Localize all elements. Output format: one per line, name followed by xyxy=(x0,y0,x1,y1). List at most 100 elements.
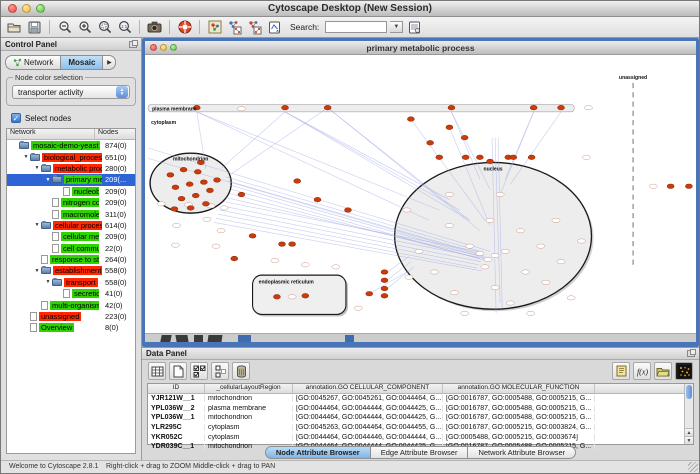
tree-row-nucleobase-[interactable]: nucleobase-209(0) xyxy=(7,186,135,197)
unselect-attributes-icon[interactable] xyxy=(211,362,229,380)
cell[interactable]: YPL036W__1 xyxy=(148,414,205,421)
attribute-table-header[interactable]: ID_cellularLayoutRegionannotation.GO CEL… xyxy=(148,384,684,394)
tree-row-cell-communicat[interactable]: cell communicat22(0) xyxy=(7,243,135,254)
tree-expander-icon[interactable]: ▼ xyxy=(44,279,52,285)
cell[interactable]: [GO:0016787, GO:0005215, GO:0003824, G..… xyxy=(443,424,595,431)
cell[interactable]: mitochondrion xyxy=(205,395,293,402)
tab-edge-attribute-browser[interactable]: Edge Attribute Browser xyxy=(371,446,469,459)
column-header-_cellularLayoutRegion[interactable]: _cellularLayoutRegion xyxy=(205,384,293,393)
tree-expander-icon[interactable]: ▼ xyxy=(33,222,41,228)
cell[interactable]: [GO:0005488, GO:0005215, GO:0003674] xyxy=(443,434,595,441)
index-icon[interactable] xyxy=(406,19,423,36)
network-canvas[interactable]: plasma membranecytoplasmmitochondrionnuc… xyxy=(145,55,696,333)
cell[interactable]: [GO:0045267, GO:0045261, GO:0044464, G..… xyxy=(293,395,443,402)
cell[interactable]: [GO:0044464, GO:0044446, GO:0044444, G..… xyxy=(293,434,443,441)
column-header-annotation.GO CELLULAR_COMPONENT[interactable]: annotation.GO CELLULAR_COMPONENT xyxy=(293,384,443,393)
matrix-icon[interactable] xyxy=(675,362,693,380)
cell[interactable]: [GO:0045263, GO:0044464, GO:0044455, G..… xyxy=(293,424,443,431)
tab-network[interactable]: Network xyxy=(5,55,60,70)
annotation-network-icon-1[interactable] xyxy=(226,19,243,36)
cell[interactable]: mitochondrion xyxy=(205,414,293,421)
tree-expander-icon[interactable]: ▼ xyxy=(22,154,30,160)
tree-row-multi-organism-pro[interactable]: multi-organism pro42(0) xyxy=(7,299,135,310)
scroll-up-button[interactable]: ▲ xyxy=(685,428,693,436)
tree-row-metabolic-process[interactable]: ▼metabolic process280(0) xyxy=(7,163,135,174)
tree-row-overview[interactable]: Overview8(0) xyxy=(7,322,135,333)
tree-row-secretion[interactable]: secretion41(0) xyxy=(7,288,135,299)
tree-row-cellular-metabo[interactable]: cellular metabo209(0) xyxy=(7,231,135,242)
cell[interactable]: cytoplasm xyxy=(205,434,293,441)
node-color-attribute-select[interactable]: transporter activity ▲▼ xyxy=(12,85,130,99)
tab-node-attribute-browser[interactable]: Node Attribute Browser xyxy=(265,446,371,459)
table-row-YJR121W__1[interactable]: YJR121W__1mitochondrion[GO:0045267, GO:0… xyxy=(148,394,684,404)
network-view-titlebar[interactable]: primary metabolic process xyxy=(145,41,696,55)
tab-network-attribute-browser[interactable]: Network Attribute Browser xyxy=(468,446,576,459)
cell[interactable]: plasma membrane xyxy=(205,405,293,412)
float-panel-icon[interactable] xyxy=(129,41,137,48)
table-row-YLR295C[interactable]: YLR295Ccytoplasm[GO:0045263, GO:0044464,… xyxy=(148,423,684,433)
cell[interactable]: [GO:0044464, GO:0044444, GO:0044425, G..… xyxy=(293,405,443,412)
zoom-fit-icon[interactable]: 1:1 xyxy=(116,19,133,36)
tree-expander-icon[interactable]: ▼ xyxy=(44,177,52,183)
tree-row-unassigned[interactable]: unassigned223(0) xyxy=(7,311,135,322)
tree-row-response-to-stimulu[interactable]: response to stimulu264(0) xyxy=(7,254,135,265)
delete-attribute-icon[interactable] xyxy=(232,362,250,380)
cell[interactable]: cytoplasm xyxy=(205,424,293,431)
table-row-YPL036W__2[interactable]: YPL036W__2plasma membrane[GO:0044464, GO… xyxy=(148,403,684,413)
help-icon[interactable] xyxy=(176,19,193,36)
cell[interactable]: [GO:0016787, GO:0005488, GO:0005215, G..… xyxy=(443,395,595,402)
column-header-annotation.GO MOLECULAR_FUNCTION[interactable]: annotation.GO MOLECULAR_FUNCTION xyxy=(443,384,595,393)
tree-expander-icon[interactable]: ▼ xyxy=(33,165,41,171)
search-input[interactable] xyxy=(325,21,387,33)
tree-row-nitrogen-compo[interactable]: nitrogen compo209(0) xyxy=(7,197,135,208)
zoom-in-icon[interactable] xyxy=(76,19,93,36)
network-tree-header[interactable]: Network Nodes xyxy=(7,129,135,140)
table-scrollbar[interactable]: ▲ ▼ xyxy=(684,384,693,444)
table-row-YPL036W__1[interactable]: YPL036W__1mitochondrion[GO:0044464, GO:0… xyxy=(148,413,684,423)
tree-row-cellular-process[interactable]: ▼cellular process614(0) xyxy=(7,220,135,231)
cell[interactable]: YLR295C xyxy=(148,424,205,431)
data-panel-header[interactable]: Data Panel xyxy=(142,348,699,360)
control-panel-header[interactable]: Control Panel xyxy=(1,38,141,51)
open-session-icon[interactable] xyxy=(6,19,23,36)
window-titlebar[interactable]: Cytoscape Desktop (New Session) xyxy=(1,1,699,17)
column-header-empty[interactable] xyxy=(595,384,684,393)
import-attributes-icon[interactable] xyxy=(654,362,672,380)
cell[interactable]: [GO:0044464, GO:0044444, GO:0044425, G..… xyxy=(293,414,443,421)
attribute-table-icon[interactable] xyxy=(148,362,166,380)
table-scrollbar-thumb[interactable] xyxy=(686,385,692,399)
cell[interactable]: YKR052C xyxy=(148,434,205,441)
tree-row-establishment-of-lo[interactable]: ▼establishment of lo558(0) xyxy=(7,265,135,276)
zoom-selected-icon[interactable] xyxy=(96,19,113,36)
resize-grip[interactable] xyxy=(688,462,698,472)
data-panel-float-icon[interactable] xyxy=(687,350,695,357)
select-nodes-checkbox[interactable]: ✓ xyxy=(11,113,21,123)
cell[interactable]: [GO:0016787, GO:0005488, GO:0005215, G..… xyxy=(443,405,595,412)
tree-expander-icon[interactable]: ▼ xyxy=(33,268,41,274)
new-attribute-icon[interactable] xyxy=(169,362,187,380)
save-session-icon[interactable] xyxy=(26,19,43,36)
tree-row-primary-metab[interactable]: ▼primary metab209(... xyxy=(7,174,135,185)
tree-row-transport[interactable]: ▼transport558(0) xyxy=(7,277,135,288)
ontology-icon[interactable] xyxy=(266,19,283,36)
tab-mosaic[interactable]: Mosaic xyxy=(60,55,102,70)
cell[interactable]: YJR121W__1 xyxy=(148,395,205,402)
scroll-down-button[interactable]: ▼ xyxy=(685,436,693,444)
select-attributes-icon[interactable] xyxy=(190,362,208,380)
search-dropdown-button[interactable]: ▼ xyxy=(390,21,403,33)
tree-row-mosaic-demo-yeast[interactable]: mosaic-demo-yeast874(0) xyxy=(7,140,135,151)
vizmapper-icon[interactable] xyxy=(206,19,223,36)
tree-row-biological-process[interactable]: ▼biological_process651(0) xyxy=(7,151,135,162)
tree-row-macromolecule[interactable]: macromolecule311(0) xyxy=(7,208,135,219)
zoom-out-icon[interactable] xyxy=(56,19,73,36)
table-row-YKR052C[interactable]: YKR052Ccytoplasm[GO:0044464, GO:0044446,… xyxy=(148,432,684,442)
annotation-network-icon-2[interactable] xyxy=(246,19,263,36)
tabs-overflow-button[interactable]: ▶ xyxy=(102,55,116,70)
network-graph[interactable]: plasma membranecytoplasmmitochondrionnuc… xyxy=(145,55,696,333)
cell[interactable]: YPL036W__2 xyxy=(148,405,205,412)
notes-icon[interactable] xyxy=(612,362,630,380)
cell[interactable]: [GO:0016787, GO:0005488, GO:0005215, G..… xyxy=(443,414,595,421)
column-header-ID[interactable]: ID xyxy=(148,384,205,393)
function-builder-icon[interactable]: f(x) xyxy=(633,362,651,380)
snapshot-icon[interactable] xyxy=(146,19,163,36)
